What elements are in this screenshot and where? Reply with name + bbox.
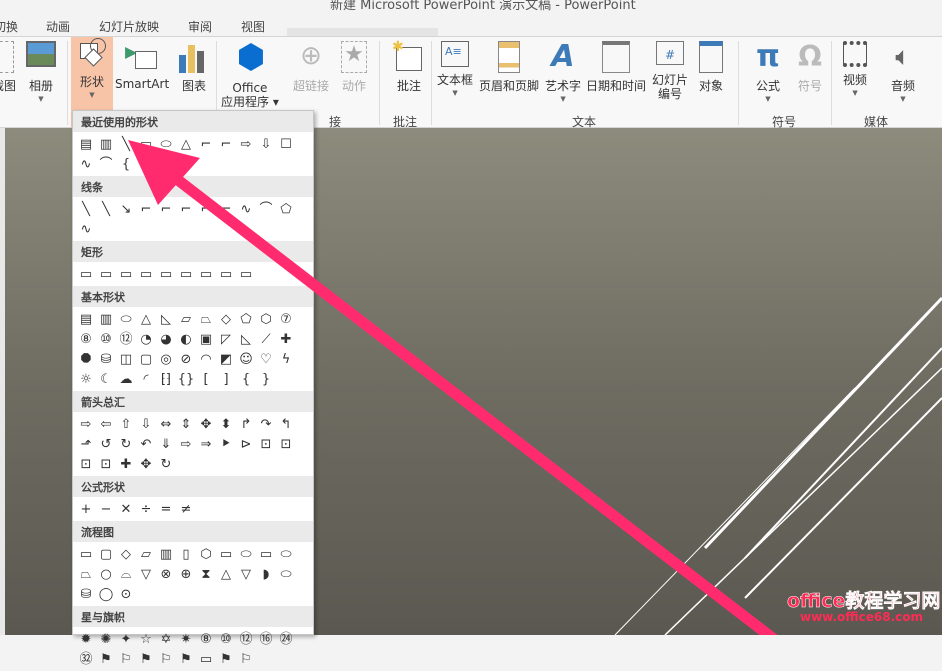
shape-item[interactable]: ⚐ — [156, 649, 176, 669]
watermark-title: office教程学习网 — [787, 590, 941, 613]
shape-item[interactable]: ⚐ — [236, 649, 256, 669]
shape-item[interactable]: ⚑ — [136, 649, 156, 669]
shape-item[interactable]: ⚑ — [96, 649, 116, 669]
shape-item[interactable]: ⚑ — [176, 649, 196, 669]
shape-item[interactable]: ⚐ — [116, 649, 136, 669]
shape-item[interactable]: ㉜ — [76, 649, 96, 669]
annotation-arrow — [128, 140, 778, 635]
watermark-url: www.office68.com — [800, 610, 924, 624]
shape-item[interactable]: ⚑ — [216, 649, 236, 669]
shape-item[interactable]: ▭ — [196, 649, 216, 669]
